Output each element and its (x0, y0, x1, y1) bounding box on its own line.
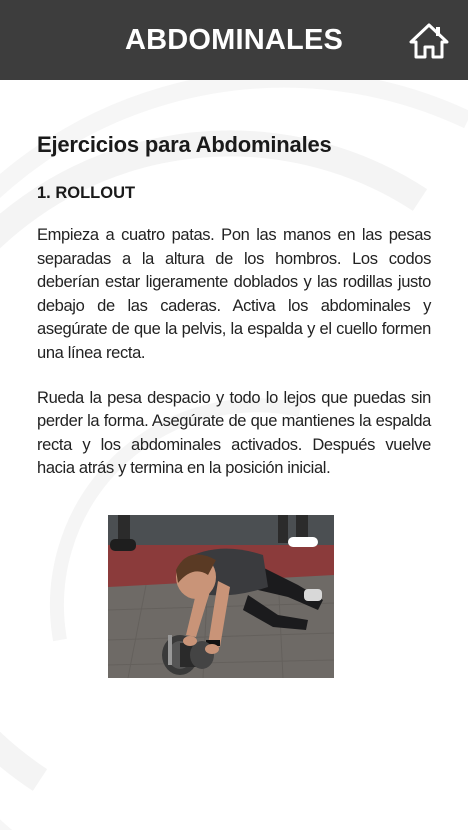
exercise-description-2: Rueda la pesa despacio y todo lo lejos q… (37, 388, 431, 478)
article-content: Ejercicios para Abdominales 1. ROLLOUT E… (37, 130, 431, 481)
section-title: Ejercicios para Abdominales (37, 132, 332, 157)
home-button[interactable] (409, 22, 449, 60)
exercise-description-1: Empieza a cuatro patas. Pon las manos en… (37, 226, 431, 362)
home-icon (409, 23, 449, 59)
exercise-image (108, 515, 334, 678)
page-title: ABDOMINALES (124, 24, 344, 56)
app-screen: ABDOMINALES Ejercicios para Abdominales … (0, 0, 468, 830)
header-bar: ABDOMINALES (0, 0, 468, 80)
exercise-title: 1. ROLLOUT (37, 184, 136, 202)
rollout-illustration (108, 515, 334, 678)
